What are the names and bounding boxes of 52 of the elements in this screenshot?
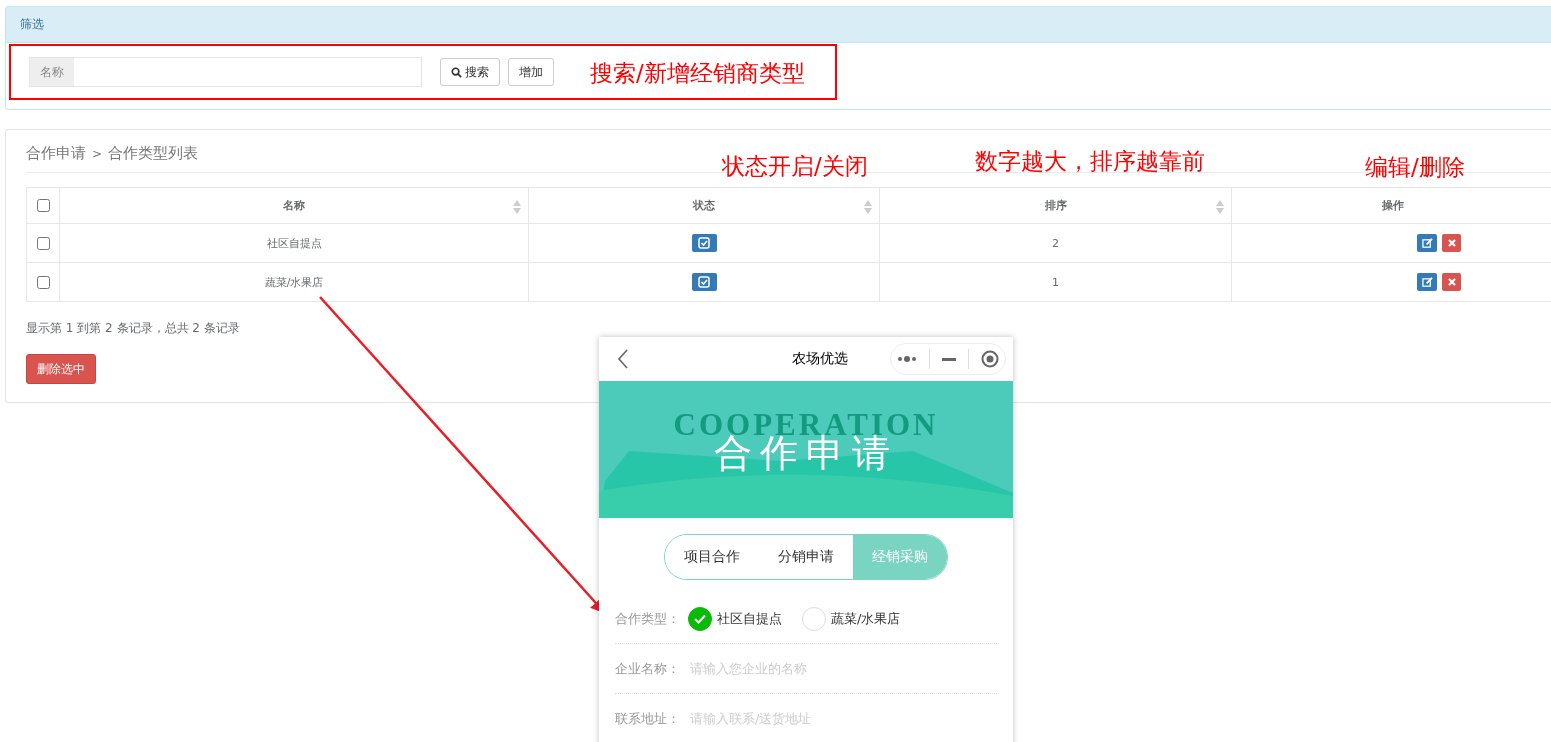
name-cell: 社区自提点 (266, 236, 322, 250)
delete-button[interactable] (1442, 234, 1461, 252)
edit-button[interactable] (1417, 234, 1437, 252)
column-header: 排序 (1044, 199, 1067, 212)
column-header-cell[interactable]: 排序 (879, 187, 1232, 224)
column-header: 状态 (693, 199, 715, 212)
delete-selected-button[interactable]: 删除选中 (26, 354, 96, 384)
order-cell: 2 (1052, 236, 1059, 250)
select-all-checkbox[interactable] (37, 199, 50, 212)
back-icon[interactable] (617, 349, 629, 369)
radio-label[interactable]: 社区自提点 (717, 609, 782, 628)
name-search-field[interactable]: 名称 (29, 57, 422, 87)
minimize-icon[interactable] (942, 357, 956, 361)
check-square-icon (698, 276, 710, 288)
name-cell: 蔬菜/水果店 (264, 275, 324, 289)
edit-icon (1421, 276, 1433, 288)
row-checkbox[interactable] (37, 275, 50, 289)
row-checkbox[interactable] (37, 236, 50, 250)
field-label: 联系地址： (615, 709, 680, 728)
radio-label[interactable]: 蔬菜/水果店 (831, 609, 901, 628)
annotation-text: 数字越大，排序越靠前 (975, 147, 1205, 176)
status-toggle-button[interactable] (691, 273, 717, 291)
annotation-text: 状态开启/关闭 (722, 152, 868, 181)
edit-icon (1421, 237, 1433, 249)
status-toggle-button[interactable] (691, 234, 717, 252)
field-label: 企业名称： (615, 659, 680, 678)
mini-app-title: 农场优选 (791, 350, 848, 368)
check-icon (694, 613, 706, 624)
breadcrumb-current: 合作类型列表 (108, 144, 199, 163)
column-header: 名称 (283, 199, 305, 212)
column-header-cell[interactable]: 名称 (59, 187, 529, 224)
radio-button[interactable] (688, 606, 712, 631)
breadcrumb-separator: > (92, 146, 103, 161)
search-button[interactable]: 搜索 (440, 58, 500, 86)
record-summary: 显示第 1 到第 2 条记录，总共 2 条记录 (26, 320, 241, 337)
breadcrumb-link[interactable]: 合作申请 (26, 144, 86, 163)
panel-title: 筛选 (6, 7, 1551, 43)
annotation-text: 搜索/新增经销商类型 (590, 59, 805, 88)
annotation-text: 编辑/删除 (1365, 153, 1465, 182)
column-header: 操作 (1381, 199, 1404, 212)
order-cell: 1 (1052, 275, 1059, 289)
more-icon[interactable] (897, 356, 917, 362)
column-header-cell[interactable]: 状态 (528, 187, 880, 224)
search-icon (451, 66, 462, 78)
delete-button[interactable] (1442, 273, 1461, 291)
close-icon (1447, 239, 1456, 247)
close-icon (1447, 278, 1456, 286)
check-square-icon (698, 237, 710, 249)
target-icon[interactable] (981, 350, 999, 368)
edit-button[interactable] (1417, 273, 1437, 291)
field-label: 合作类型： (615, 609, 680, 628)
add-button[interactable]: 增加 (508, 58, 554, 86)
